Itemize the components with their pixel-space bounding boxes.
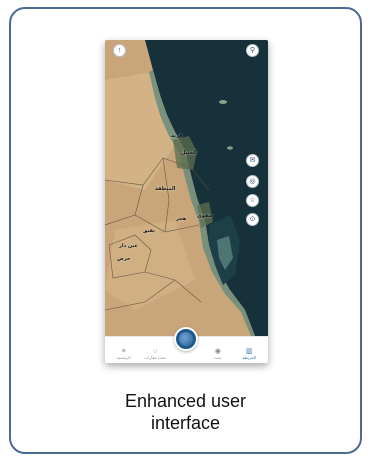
nav-label: بحث: [214, 354, 222, 360]
map-label: الجبيل: [181, 150, 197, 156]
menu-icon: ≡: [121, 347, 126, 355]
map-label: حرض: [117, 256, 131, 262]
nav-item-home[interactable]: ≡ الرئيسية: [111, 348, 137, 360]
favorites-button[interactable]: ☆: [246, 194, 259, 207]
caption-line-1: Enhanced user: [124, 391, 247, 411]
search-button[interactable]: ⚲: [246, 44, 259, 57]
location-button[interactable]: ⊙: [246, 213, 259, 226]
nav-label: الرئيسية: [116, 354, 131, 360]
compass-icon: ↑: [117, 47, 122, 54]
globe-icon: [179, 332, 193, 346]
nav-item-search[interactable]: ◉ بحث: [205, 348, 231, 360]
star-icon: ☆: [249, 197, 256, 204]
compass-button[interactable]: ↑: [113, 44, 126, 57]
center-globe-button[interactable]: [174, 327, 198, 351]
nav-item-property-search[interactable]: ○ بحث عقارات: [142, 348, 168, 360]
pin-icon: ◉: [214, 347, 221, 355]
nav-item-map[interactable]: ▥ الخريطة: [236, 348, 262, 360]
caption-line-2: interface: [150, 413, 221, 433]
nav-label: بحث عقارات: [144, 354, 166, 360]
phone-screenshot: الجبيل قرية المنطقة هجر صفوى بقيق عين دا…: [105, 40, 268, 363]
search-icon: ○: [152, 347, 158, 355]
map-label: هجر: [176, 216, 187, 222]
map-icon: ▥: [245, 347, 253, 355]
map-label: بقيق: [143, 228, 156, 234]
map-label: المنطقة: [155, 186, 176, 192]
search-icon: ⚲: [249, 47, 256, 54]
caption: Enhanced user interface: [9, 390, 362, 434]
map-label: صفوى: [197, 213, 214, 219]
layers-icon: ◎: [249, 178, 256, 185]
map-label: قرية: [171, 133, 183, 139]
layers-button[interactable]: ◎: [246, 175, 259, 188]
message-button[interactable]: ✉: [246, 154, 259, 167]
target-icon: ⊙: [249, 216, 256, 223]
map-label: عين دار: [119, 243, 138, 249]
nav-label: الخريطة: [242, 354, 257, 360]
mail-icon: ✉: [249, 157, 256, 164]
satellite-map[interactable]: [105, 40, 268, 336]
